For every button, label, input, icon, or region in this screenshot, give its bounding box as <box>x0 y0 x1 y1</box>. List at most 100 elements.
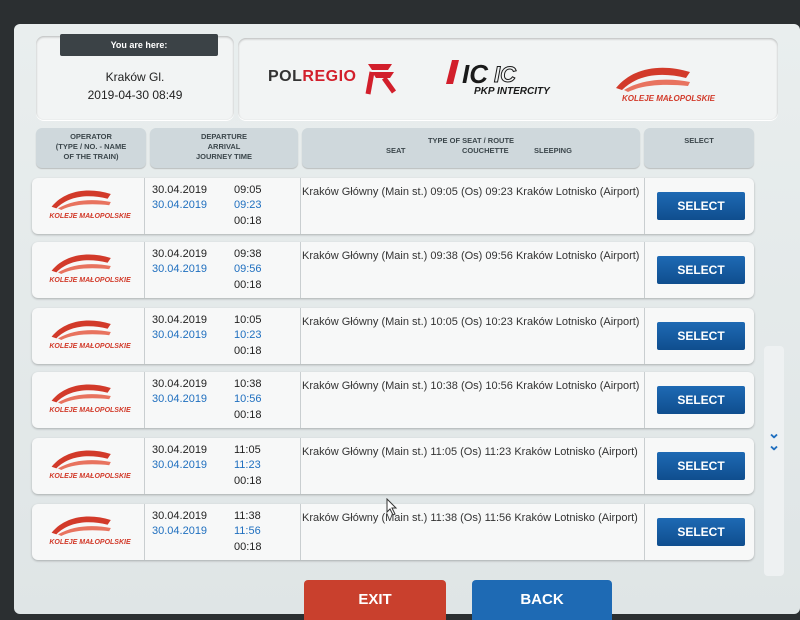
departure-time: 10:05 <box>234 314 262 326</box>
header-couchette: COUCHETTE <box>462 146 509 155</box>
select-cell: SELECT <box>644 242 755 298</box>
header-seat-route: TYPE OF SEAT / ROUTE SEAT COUCHETTE SLEE… <box>302 128 640 168</box>
departure-date: 30.04.2019 <box>152 248 208 260</box>
location-panel: You are here: Kraków Gl. 2019-04-30 08:4… <box>36 34 234 120</box>
arrival-time: 09:56 <box>234 263 262 275</box>
arrival-date: 30.04.2019 <box>152 263 208 275</box>
route-description: Kraków Główny (Main st.) 09:05 (Os) 09:2… <box>302 186 640 198</box>
scrollbar[interactable]: ⌄ ⌄ <box>764 346 784 576</box>
departure-time: 09:38 <box>234 248 262 260</box>
koleje-malopolskie-logo-icon <box>51 384 111 404</box>
time-cell: 30.04.2019 30.04.2019 11:38 11:56 00:18 <box>146 504 301 560</box>
departure-date: 30.04.2019 <box>152 378 208 390</box>
carrier-logos-panel: POLREGIO IC IC PKP INTERCITY KOLEJE MAŁO… <box>238 38 778 120</box>
arrival-time: 09:23 <box>234 199 262 211</box>
select-button[interactable]: SELECT <box>657 518 745 546</box>
koleje-malopolskie-logo-icon <box>616 67 690 92</box>
journey-time: 00:18 <box>234 345 262 357</box>
arrival-time: 11:23 <box>234 459 261 471</box>
time-cell: 30.04.2019 30.04.2019 11:05 11:23 00:18 <box>146 438 301 494</box>
journey-time: 00:18 <box>234 541 262 553</box>
connection-row: KOLEJE MAŁOPOLSKIE 30.04.2019 30.04.2019 10… <box>32 308 754 364</box>
select-button[interactable]: SELECT <box>657 192 745 220</box>
operator-cell: KOLEJE MAŁOPOLSKIE <box>32 504 145 560</box>
koleje-malopolskie-logo-icon <box>51 254 111 274</box>
connection-row: KOLEJE MAŁOPOLSKIE 30.04.2019 30.04.2019 10… <box>32 372 754 428</box>
connection-row: KOLEJE MAŁOPOLSKIE 30.04.2019 30.04.2019 09… <box>32 178 754 234</box>
kiosk-screen: You are here: Kraków Gl. 2019-04-30 08:4… <box>14 24 800 620</box>
time-cell: 30.04.2019 30.04.2019 10:05 10:23 00:18 <box>146 308 301 364</box>
header-departure: DEPARTURE ARRIVAL JOURNEY TIME <box>150 128 298 168</box>
route-description: Kraków Główny (Main st.) 10:38 (Os) 10:5… <box>302 380 640 392</box>
header-departure-line-1: DEPARTURE <box>200 132 248 141</box>
svg-text:IC: IC <box>494 62 517 87</box>
koleje-malopolskie-logo-icon <box>51 450 111 470</box>
arrival-date: 30.04.2019 <box>152 393 208 405</box>
route-description: Kraków Główny (Main st.) 10:05 (Os) 10:2… <box>302 316 640 328</box>
header-seat-route-title: TYPE OF SEAT / ROUTE <box>427 136 515 145</box>
header-select: SELECT <box>644 128 754 168</box>
operator-name: KOLEJE MAŁOPOLSKIE <box>49 343 131 350</box>
arrival-date: 30.04.2019 <box>152 329 208 341</box>
polregio-r-icon <box>365 64 397 95</box>
header-operator-line-3: OF THE TRAIN) <box>63 152 119 161</box>
arrival-time: 11:56 <box>234 525 261 537</box>
departure-time: 10:38 <box>234 378 262 390</box>
select-cell: SELECT <box>644 438 755 494</box>
polregio-logo-a: POL <box>268 68 303 85</box>
connection-row: KOLEJE MAŁOPOLSKIE 30.04.2019 30.04.2019 11… <box>32 438 754 494</box>
header-departure-line-3: JOURNEY TIME <box>195 152 253 161</box>
route-description: Kraków Główny (Main st.) 11:05 (Os) 11:2… <box>302 446 638 458</box>
arrival-date: 30.04.2019 <box>152 459 208 471</box>
journey-time: 00:18 <box>234 409 262 421</box>
time-cell: 30.04.2019 30.04.2019 09:38 09:56 00:18 <box>146 242 301 298</box>
operator-name: KOLEJE MAŁOPOLSKIE <box>49 407 131 414</box>
select-cell: SELECT <box>644 372 755 428</box>
header-sleeping: SLEEPING <box>534 146 572 155</box>
exit-button[interactable]: EXIT <box>304 580 446 620</box>
koleje-malopolskie-logo-icon <box>51 190 111 210</box>
operator-name: KOLEJE MAŁOPOLSKIE <box>49 277 131 284</box>
time-cell: 30.04.2019 30.04.2019 10:38 10:56 00:18 <box>146 372 301 428</box>
header-departure-line-2: ARRIVAL <box>207 142 241 151</box>
polregio-logo-b: REGIO <box>302 68 357 85</box>
arrival-date: 30.04.2019 <box>152 199 208 211</box>
select-button[interactable]: SELECT <box>657 256 745 284</box>
location-header: You are here: <box>60 34 218 56</box>
header-seat: SEAT <box>386 146 406 155</box>
departure-time: 11:05 <box>234 444 261 456</box>
operator-name: KOLEJE MAŁOPOLSKIE <box>49 473 131 480</box>
chevron-double-down-icon[interactable]: ⌄ ⌄ <box>764 426 784 453</box>
select-button[interactable]: SELECT <box>657 452 745 480</box>
departure-time: 11:38 <box>234 510 261 522</box>
mouse-cursor-icon <box>386 498 398 516</box>
header-operator-line-2: (TYPE / NO. - NAME <box>55 142 127 151</box>
header-operator-line-1: OPERATOR <box>70 132 112 141</box>
header-select-label: SELECT <box>684 136 714 145</box>
koleje-malopolskie-label: KOLEJE MAŁOPOLSKIE <box>622 94 715 103</box>
arrival-date: 30.04.2019 <box>152 525 208 537</box>
select-cell: SELECT <box>644 178 755 234</box>
route-description: Kraków Główny (Main st.) 11:38 (Os) 11:5… <box>302 512 638 524</box>
back-button[interactable]: BACK <box>472 580 612 620</box>
route-description: Kraków Główny (Main st.) 09:38 (Os) 09:5… <box>302 250 640 262</box>
journey-time: 00:18 <box>234 279 262 291</box>
operator-name: KOLEJE MAŁOPOLSKIE <box>49 213 131 220</box>
current-station: Kraków Gl. <box>105 70 165 84</box>
operator-cell: KOLEJE MAŁOPOLSKIE <box>32 372 145 428</box>
operator-cell: KOLEJE MAŁOPOLSKIE <box>32 242 145 298</box>
operator-cell: KOLEJE MAŁOPOLSKIE <box>32 438 145 494</box>
current-datetime: 2019-04-30 08:49 <box>87 88 183 102</box>
operator-name: KOLEJE MAŁOPOLSKIE <box>49 539 131 546</box>
connection-row: KOLEJE MAŁOPOLSKIE 30.04.2019 30.04.2019 09… <box>32 242 754 298</box>
select-cell: SELECT <box>644 504 755 560</box>
departure-date: 30.04.2019 <box>152 314 208 326</box>
select-cell: SELECT <box>644 308 755 364</box>
select-button[interactable]: SELECT <box>657 386 745 414</box>
select-button[interactable]: SELECT <box>657 322 745 350</box>
operator-cell: KOLEJE MAŁOPOLSKIE <box>32 178 145 234</box>
journey-time: 00:18 <box>234 215 262 227</box>
header-operator: OPERATOR (TYPE / NO. - NAME OF THE TRAIN… <box>36 128 146 168</box>
time-cell: 30.04.2019 30.04.2019 09:05 09:23 00:18 <box>146 178 301 234</box>
departure-date: 30.04.2019 <box>152 510 208 522</box>
